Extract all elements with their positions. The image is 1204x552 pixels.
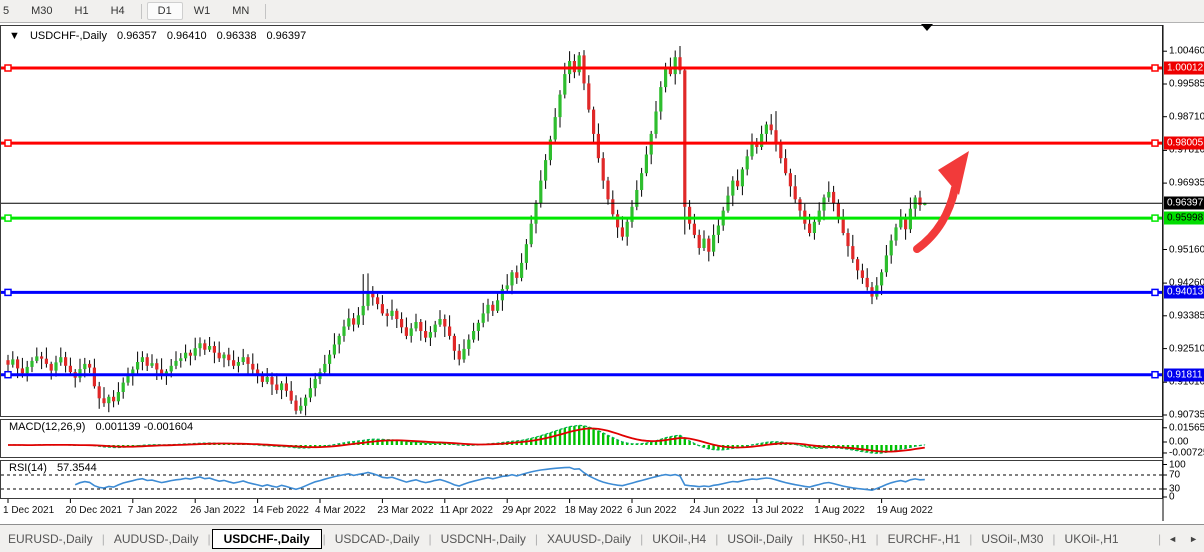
macd-scale-label: 0.015654 xyxy=(1169,422,1204,433)
macd-name: MACD(12,26,9) xyxy=(9,421,85,433)
symbol-tab-eurusddaily[interactable]: EURUSD-,Daily xyxy=(0,529,101,549)
symbol-tab-ukoilh1[interactable]: UKOil-,H1 xyxy=(1057,529,1127,549)
timeframe-button-w1[interactable]: W1 xyxy=(183,2,222,20)
price-tick-label: 1.00460 xyxy=(1169,46,1204,57)
macd-values: 0.001139 -0.001604 xyxy=(95,421,193,433)
rsi-scale-label: 0 xyxy=(1169,492,1175,503)
symbol-tab-usdcnhdaily[interactable]: USDCNH-,Daily xyxy=(433,529,534,549)
price-badge: 0.95998 xyxy=(1164,212,1204,225)
date-tick-label: 26 Jan 2022 xyxy=(190,505,245,516)
symbol-tab-xauusddaily[interactable]: XAUUSD-,Daily xyxy=(539,529,639,549)
date-tick-label: 20 Dec 2021 xyxy=(65,505,122,516)
price-tick-label: 0.98710 xyxy=(1169,111,1204,122)
price-chart-panel[interactable] xyxy=(0,25,1163,417)
price-badge: 0.96397 xyxy=(1164,197,1204,210)
symbol-tab-usoilm30[interactable]: USOil-,M30 xyxy=(973,529,1051,549)
timeframe-button-d1[interactable]: D1 xyxy=(147,2,183,20)
macd-scale-label: -0.00725 xyxy=(1169,447,1204,458)
price-badge: 0.98005 xyxy=(1164,137,1204,150)
symbol-tab-usdcaddaily[interactable]: USDCAD-,Daily xyxy=(327,529,428,549)
date-tick-label: 1 Aug 2022 xyxy=(814,505,865,516)
timeframe-button-mn[interactable]: MN xyxy=(221,2,260,20)
date-tick-label: 1 Dec 2021 xyxy=(3,505,54,516)
price-tick-label: 0.92510 xyxy=(1169,343,1204,354)
timeframe-button-h1[interactable]: H1 xyxy=(64,2,100,20)
macd-scale-label: 0.00 xyxy=(1169,437,1188,448)
symbol-tab-usoildaily[interactable]: USOil-,Daily xyxy=(719,529,800,549)
price-badge: 0.94013 xyxy=(1164,286,1204,299)
date-tick-label: 11 Apr 2022 xyxy=(440,505,493,516)
price-badge: 0.91811 xyxy=(1164,368,1204,381)
toolbar-separator xyxy=(141,4,142,19)
price-tick-label: 0.95160 xyxy=(1169,244,1204,255)
date-tick-label: 24 Jun 2022 xyxy=(689,505,744,516)
chart-symbol-label: USDCHF-,Daily xyxy=(30,30,107,42)
ohlc-low: 0.96338 xyxy=(217,30,257,42)
timeframe-button-h4[interactable]: H4 xyxy=(100,2,136,20)
symbol-tab-usdchfdaily[interactable]: USDCHF-,Daily xyxy=(212,529,322,549)
date-tick-label: 23 Mar 2022 xyxy=(377,505,433,516)
date-tick-label: 14 Feb 2022 xyxy=(253,505,309,516)
rsi-value: 57.3544 xyxy=(57,462,97,474)
symbol-tab-ukoilh4[interactable]: UKOil-,H4 xyxy=(644,529,714,549)
tab-scroll-right-icon[interactable]: ► xyxy=(1183,534,1204,544)
price-tick-label: 0.96935 xyxy=(1169,178,1204,189)
trading-platform-window: 5M30H1H4 D1W1MN ▼ USDCHF-,Daily 0.96357 0… xyxy=(0,0,1204,552)
price-tick-label: 0.90735 xyxy=(1169,410,1204,421)
timeframe-button-5[interactable]: 5 xyxy=(0,2,20,20)
rsi-scale-label: 70 xyxy=(1169,470,1180,481)
price-badge: 1.00012 xyxy=(1164,62,1204,75)
symbol-tab-hk50h1[interactable]: HK50-,H1 xyxy=(806,529,875,549)
date-tick-label: 6 Jun 2022 xyxy=(627,505,677,516)
tab-scroll-left-icon[interactable]: ◄ xyxy=(1162,534,1183,544)
rsi-indicator-label: RSI(14) 57.3544 xyxy=(9,462,97,474)
macd-indicator-label: MACD(12,26,9) 0.001139 -0.001604 xyxy=(9,421,193,433)
symbol-tab-eurchfh1[interactable]: EURCHF-,H1 xyxy=(880,529,969,549)
toolbar-separator xyxy=(265,4,266,19)
symbol-tab-audusddaily[interactable]: AUDUSD-,Daily xyxy=(106,529,207,549)
rsi-name: RSI(14) xyxy=(9,462,47,474)
rsi-panel[interactable] xyxy=(0,460,1163,499)
date-tick-label: 29 Apr 2022 xyxy=(502,505,556,516)
price-tick-label: 0.99585 xyxy=(1169,79,1204,90)
ohlc-close: 0.96397 xyxy=(267,30,307,42)
date-tick-label: 7 Jan 2022 xyxy=(128,505,178,516)
timeframe-toolbar: 5M30H1H4 D1W1MN xyxy=(0,0,1204,23)
timeframe-button-m30[interactable]: M30 xyxy=(20,2,63,20)
chart-title: ▼ USDCHF-,Daily 0.96357 0.96410 0.96338 … xyxy=(9,30,306,42)
date-tick-label: 13 Jul 2022 xyxy=(752,505,804,516)
date-tick-label: 19 Aug 2022 xyxy=(877,505,933,516)
ohlc-high: 0.96410 xyxy=(167,30,207,42)
chart-tab-bar: EURUSD-,Daily|AUDUSD-,Daily|USDCHF-,Dail… xyxy=(0,524,1204,552)
date-tick-label: 4 Mar 2022 xyxy=(315,505,366,516)
date-tick-label: 18 May 2022 xyxy=(565,505,623,516)
price-tick-label: 0.93385 xyxy=(1169,310,1204,321)
chart-dropdown-icon[interactable]: ▼ xyxy=(9,30,20,42)
ohlc-open: 0.96357 xyxy=(117,30,157,42)
rsi-scale-label: 100 xyxy=(1169,459,1186,470)
